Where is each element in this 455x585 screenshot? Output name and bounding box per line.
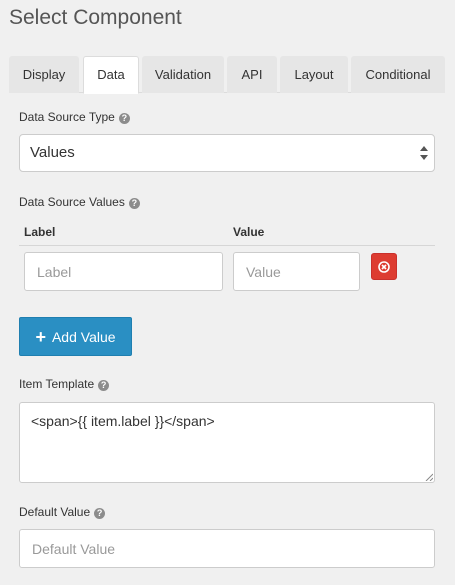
- tab-validation[interactable]: Validation: [142, 56, 224, 93]
- data-source-type-select[interactable]: Values: [19, 134, 435, 172]
- data-source-values-label-text: Data Source Values: [19, 195, 125, 209]
- tab-api[interactable]: API: [227, 56, 277, 93]
- item-template-label: Item Template?: [19, 377, 110, 391]
- data-source-type-label: Data Source Type?: [19, 110, 130, 124]
- data-source-values-label: Data Source Values?: [19, 195, 140, 209]
- item-template-textarea[interactable]: <span>{{ item.label }}</span>: [19, 402, 435, 483]
- tab-conditional[interactable]: Conditional: [351, 56, 445, 93]
- default-value-label-text: Default Value: [19, 505, 91, 519]
- default-value-label: Default Value?: [19, 505, 106, 519]
- resize-handle-icon[interactable]: [425, 473, 433, 481]
- question-circle-icon[interactable]: ?: [98, 380, 110, 391]
- plus-icon: +: [35, 326, 46, 347]
- times-circle-icon: [378, 260, 390, 273]
- row-label-input[interactable]: [24, 252, 223, 291]
- question-circle-icon[interactable]: ?: [118, 113, 130, 124]
- tab-display[interactable]: Display: [9, 56, 79, 93]
- question-circle-icon[interactable]: ?: [94, 508, 106, 519]
- remove-row-button[interactable]: [371, 253, 397, 280]
- column-header-label: Label: [24, 225, 56, 239]
- dialog-title: Select Component: [9, 6, 182, 29]
- data-source-type-value: Values: [30, 144, 75, 161]
- column-header-value: Value: [233, 225, 265, 239]
- select-arrows-icon: [420, 146, 428, 160]
- question-circle-icon[interactable]: ?: [128, 198, 140, 209]
- item-template-label-text: Item Template: [19, 377, 95, 391]
- tab-data[interactable]: Data: [83, 56, 139, 94]
- add-value-label: Add Value: [51, 328, 116, 345]
- values-table-header: Label Value: [19, 222, 435, 246]
- default-value-input[interactable]: [19, 529, 435, 568]
- tab-bar: Display Data Validation API Layout Condi…: [9, 56, 445, 94]
- tab-layout[interactable]: Layout: [280, 56, 348, 93]
- row-value-input[interactable]: [233, 252, 360, 291]
- data-source-type-label-text: Data Source Type: [19, 110, 115, 124]
- add-value-button[interactable]: + Add Value: [19, 317, 132, 356]
